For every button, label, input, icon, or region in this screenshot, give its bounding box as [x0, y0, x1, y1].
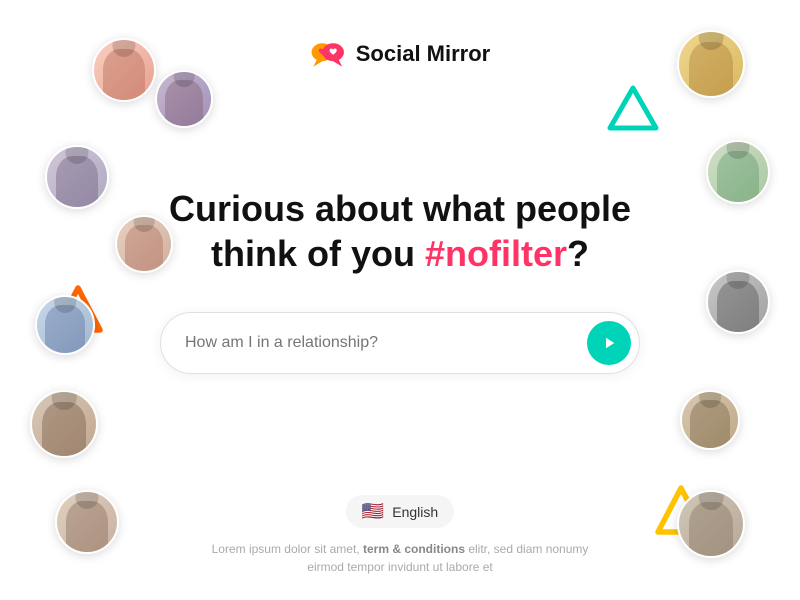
search-input[interactable]: [185, 334, 579, 352]
footer-text-normal1: Lorem ipsum dolor sit amet,: [212, 542, 363, 556]
avatar-5: [35, 295, 95, 355]
headline: Curious about what people think of you #…: [160, 186, 640, 276]
app-title: Social Mirror: [356, 41, 490, 67]
headline-end: ?: [567, 233, 589, 274]
language-label: English: [392, 504, 438, 520]
main-content: Curious about what people think of you #…: [160, 186, 640, 374]
triangle-teal-topright: [606, 82, 660, 136]
avatar-1: [92, 38, 156, 102]
logo-icon: [310, 36, 346, 72]
play-icon: [600, 334, 618, 352]
avatar-7: [55, 490, 119, 554]
avatar-9: [706, 140, 770, 204]
flag-icon: 🇺🇸: [362, 501, 384, 522]
avatar-8: [677, 30, 745, 98]
footer-text: Lorem ipsum dolor sit amet, term & condi…: [210, 540, 590, 576]
avatar-2: [155, 70, 213, 128]
footer-text-bold: term & conditions: [363, 542, 465, 556]
avatar-11: [680, 390, 740, 450]
avatar-12: [677, 490, 745, 558]
language-selector[interactable]: 🇺🇸 English: [346, 495, 454, 528]
search-button[interactable]: [587, 321, 631, 365]
avatar-3: [45, 145, 109, 209]
headline-line1: Curious about what people: [169, 188, 631, 229]
avatar-10: [706, 270, 770, 334]
headline-part2: think of you: [211, 233, 425, 274]
avatar-6: [30, 390, 98, 458]
headline-line2: think of you #nofilter?: [211, 233, 589, 274]
header: Social Mirror: [310, 36, 490, 72]
headline-highlight: #nofilter: [425, 233, 567, 274]
search-bar: [160, 312, 640, 374]
